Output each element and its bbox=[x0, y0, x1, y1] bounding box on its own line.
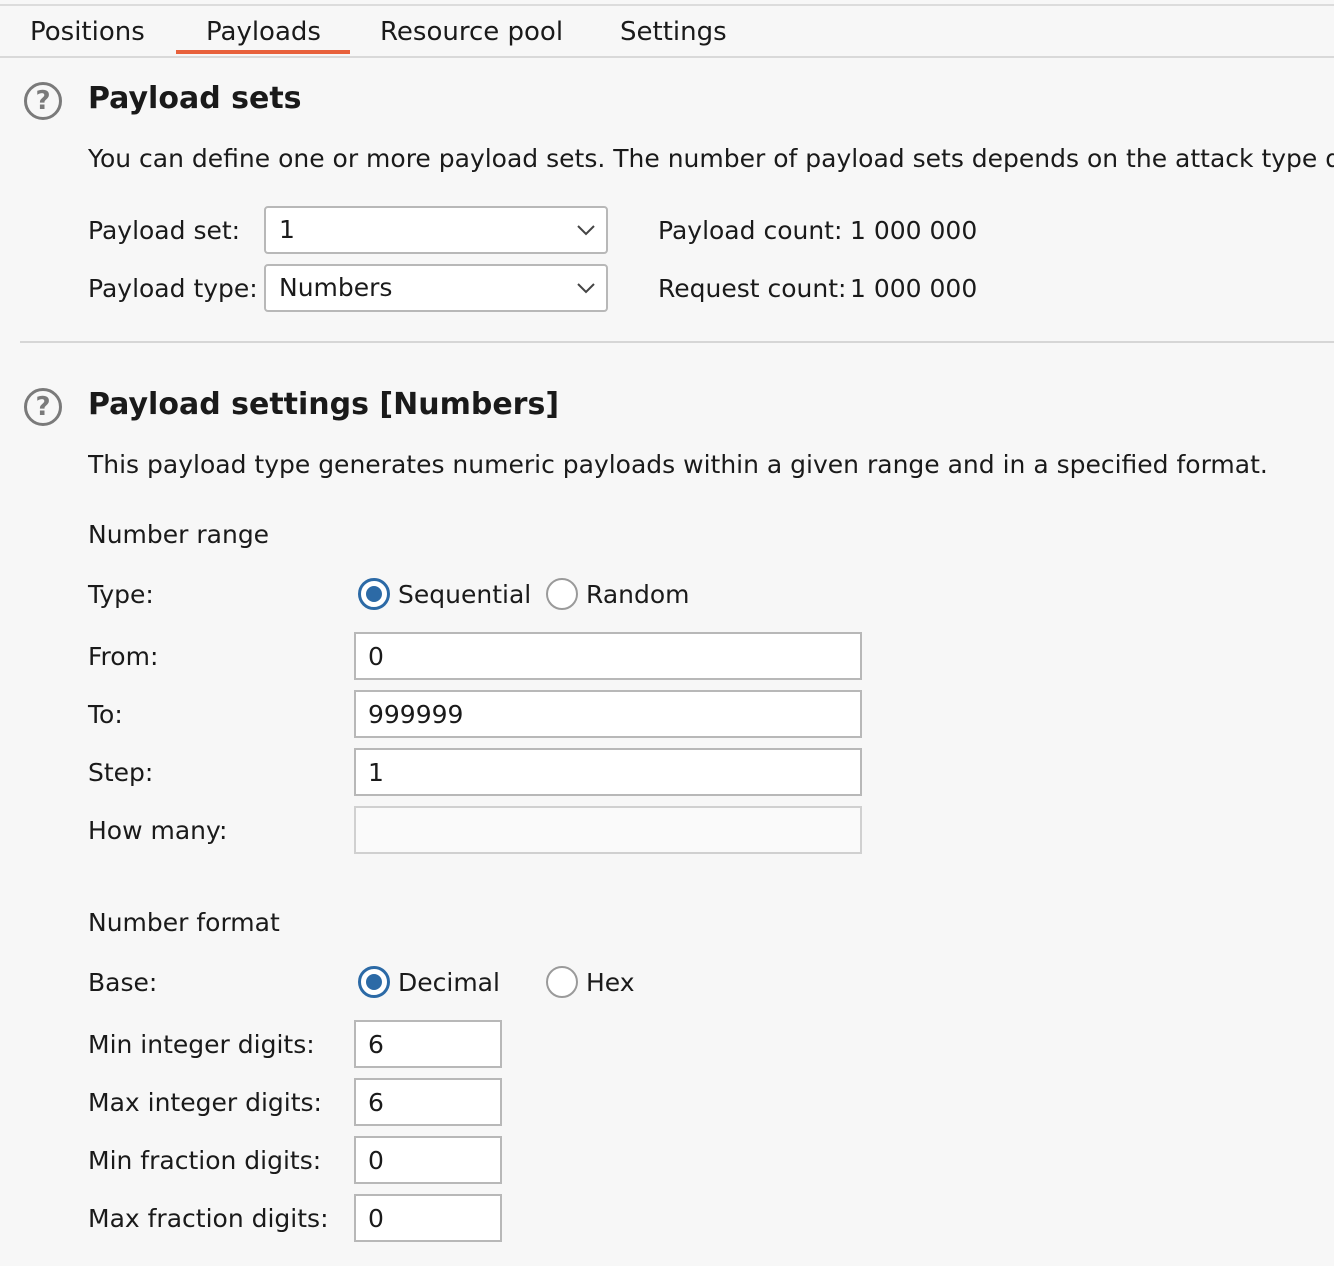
tab-positions[interactable]: Positions bbox=[30, 14, 145, 50]
random-radio[interactable] bbox=[546, 578, 578, 610]
tab-payloads[interactable]: Payloads bbox=[206, 14, 321, 50]
help-icon[interactable]: ? bbox=[24, 82, 62, 120]
number-range-heading: Number range bbox=[88, 520, 270, 549]
chevron-down-icon bbox=[577, 225, 595, 236]
chevron-down-icon bbox=[577, 283, 595, 294]
max-integer-digits-input[interactable] bbox=[354, 1078, 502, 1126]
max-fraction-digits-input[interactable] bbox=[354, 1194, 502, 1242]
help-icon[interactable]: ? bbox=[24, 388, 62, 426]
payload-set-value: 1 bbox=[279, 215, 295, 244]
step-input[interactable] bbox=[354, 748, 862, 796]
sequential-label[interactable]: Sequential bbox=[398, 578, 531, 612]
request-count-label: Request count: bbox=[658, 274, 847, 303]
max-fraction-digits-label: Max fraction digits: bbox=[88, 1204, 329, 1233]
number-format-heading: Number format bbox=[88, 908, 280, 937]
to-input[interactable] bbox=[354, 690, 862, 738]
from-input[interactable] bbox=[354, 632, 862, 680]
section-divider bbox=[20, 341, 1334, 343]
payload-set-label: Payload set: bbox=[88, 216, 241, 245]
to-label: To: bbox=[88, 700, 123, 729]
how-many-input[interactable] bbox=[354, 806, 862, 854]
payload-sets-description: You can define one or more payload sets.… bbox=[88, 144, 1334, 173]
how-many-label: How many: bbox=[88, 816, 228, 845]
tab-settings[interactable]: Settings bbox=[620, 14, 727, 50]
decimal-radio[interactable] bbox=[358, 966, 390, 998]
max-integer-digits-label: Max integer digits: bbox=[88, 1088, 322, 1117]
from-label: From: bbox=[88, 642, 159, 671]
request-count-value: 1 000 000 bbox=[850, 274, 978, 303]
hex-radio[interactable] bbox=[546, 966, 578, 998]
min-fraction-digits-input[interactable] bbox=[354, 1136, 502, 1184]
min-fraction-digits-label: Min fraction digits: bbox=[88, 1146, 322, 1175]
tab-resource-pool[interactable]: Resource pool bbox=[380, 14, 563, 50]
payload-sets-title: Payload sets bbox=[88, 81, 302, 116]
payload-type-select[interactable]: Numbers bbox=[264, 264, 608, 312]
min-integer-digits-input[interactable] bbox=[354, 1020, 502, 1068]
base-label: Base: bbox=[88, 968, 158, 997]
payload-type-label: Payload type: bbox=[88, 274, 258, 303]
payload-count-value: 1 000 000 bbox=[850, 216, 978, 245]
tab-bar: Positions Payloads Resource pool Setting… bbox=[0, 6, 1334, 58]
payload-settings-title: Payload settings [Numbers] bbox=[88, 387, 560, 422]
hex-label[interactable]: Hex bbox=[586, 966, 635, 1000]
sequential-radio[interactable] bbox=[358, 578, 390, 610]
payload-set-select[interactable]: 1 bbox=[264, 206, 608, 254]
decimal-label[interactable]: Decimal bbox=[398, 966, 500, 1000]
min-integer-digits-label: Min integer digits: bbox=[88, 1030, 315, 1059]
random-label[interactable]: Random bbox=[586, 578, 690, 612]
active-tab-indicator bbox=[176, 50, 350, 54]
step-label: Step: bbox=[88, 758, 154, 787]
payload-count-label: Payload count: bbox=[658, 216, 843, 245]
range-type-label: Type: bbox=[88, 580, 154, 609]
payload-settings-description: This payload type generates numeric payl… bbox=[88, 450, 1268, 479]
payload-type-value: Numbers bbox=[279, 273, 393, 302]
